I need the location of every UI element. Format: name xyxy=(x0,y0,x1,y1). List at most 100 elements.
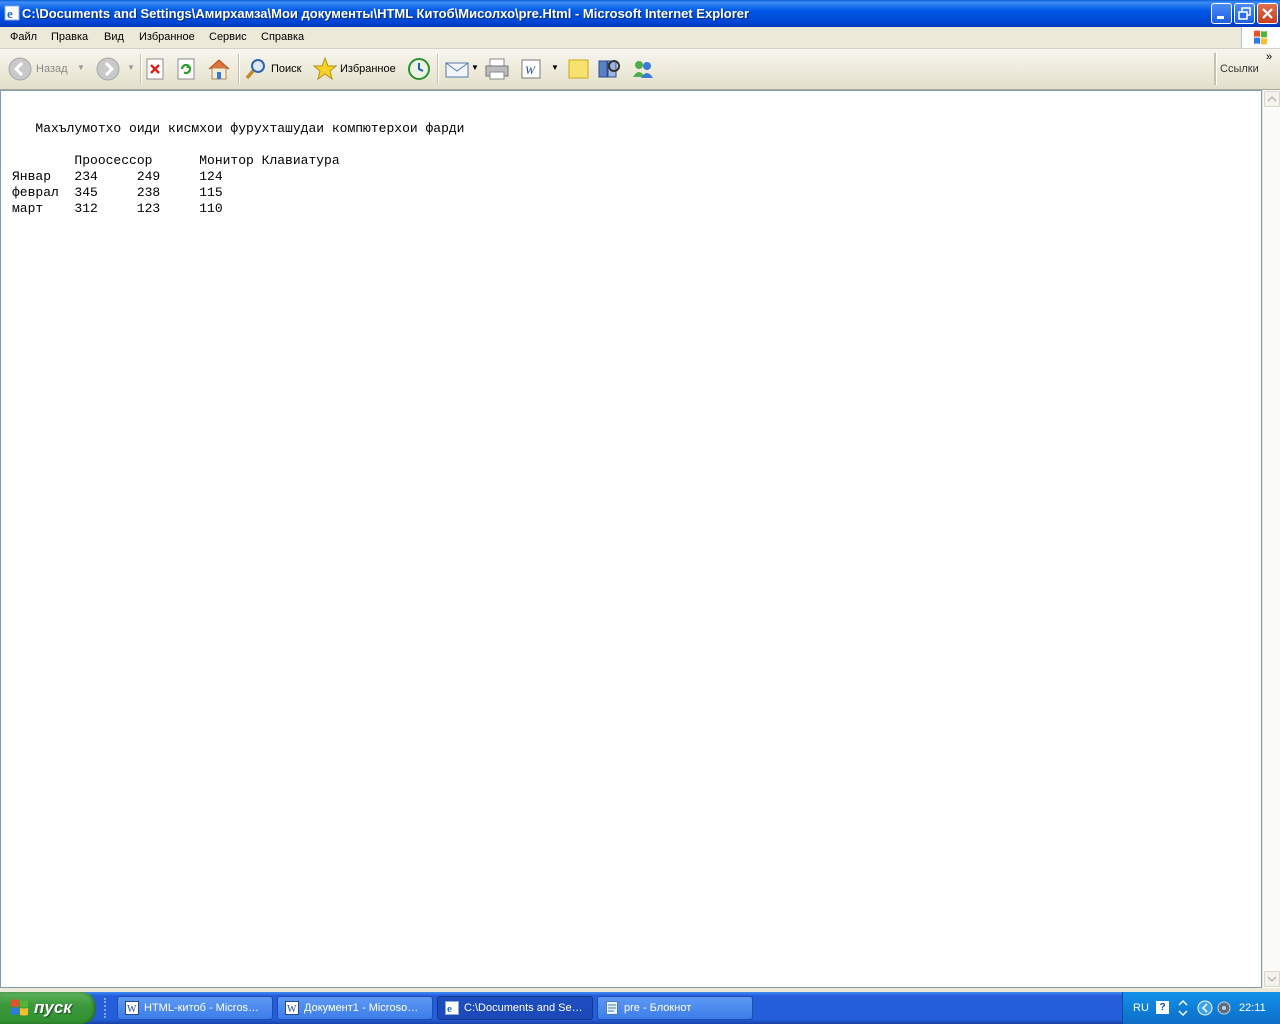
taskbar-button-html-kitob[interactable]: W HTML-китоб - Micros… xyxy=(117,996,273,1020)
history-button[interactable] xyxy=(406,55,432,83)
table-header-row: Проосессор Монитор Клавиатура xyxy=(12,153,340,168)
discuss-icon xyxy=(568,59,589,79)
windows-logo-icon xyxy=(1241,27,1280,48)
taskbar-button-notepad[interactable]: pre - Блокнот xyxy=(597,996,753,1020)
show-hidden-icons-chevron-icon[interactable] xyxy=(1197,1000,1213,1016)
word-icon: W xyxy=(125,1001,139,1015)
edit-word-icon: W xyxy=(521,59,541,79)
favorites-label: Избранное xyxy=(340,63,396,75)
menu-edit[interactable]: Правка xyxy=(51,31,88,43)
edit-dropdown-icon: ▼ xyxy=(551,63,559,72)
page-heading: Махълумотхо оиди кисмхои фурухташудаи ко… xyxy=(12,121,465,136)
research-button[interactable] xyxy=(597,55,623,83)
svg-text:W: W xyxy=(287,1004,297,1015)
task-label: pre - Блокнот xyxy=(624,1002,692,1014)
ie-icon: e xyxy=(4,5,20,21)
mail-icon xyxy=(445,62,469,78)
links-button[interactable]: Ссылки xyxy=(1220,63,1259,75)
scroll-down-button[interactable] xyxy=(1264,971,1280,987)
volume-network-icon[interactable] xyxy=(1216,1000,1232,1016)
table-row: феврал 345 238 115 xyxy=(12,185,223,200)
table-row: Январ 234 249 124 xyxy=(12,169,223,184)
search-icon xyxy=(245,59,265,80)
toolbar-separator xyxy=(238,54,240,84)
clock[interactable]: 22:11 xyxy=(1239,1002,1266,1014)
refresh-button[interactable] xyxy=(176,55,198,83)
svg-text:W: W xyxy=(525,63,536,77)
forward-button[interactable] xyxy=(96,55,122,83)
taskbar-button-ie[interactable]: e C:\Documents and Se… xyxy=(437,996,593,1020)
links-separator xyxy=(1214,53,1217,85)
menu-tools[interactable]: Сервис xyxy=(209,31,247,43)
menu-favorites[interactable]: Избранное xyxy=(139,31,195,43)
minimize-icon xyxy=(1217,16,1224,19)
svg-text:e: e xyxy=(7,6,13,21)
language-bar-arrows-icon[interactable] xyxy=(1177,999,1189,1017)
menu-help[interactable]: Справка xyxy=(261,31,304,43)
help-icon[interactable]: ? xyxy=(1156,1001,1169,1014)
back-dropdown-icon[interactable]: ▼ xyxy=(77,63,85,72)
restore-icon xyxy=(1238,7,1251,20)
page-viewport: Махълумотхо оиди кисмхои фурухташудаи ко… xyxy=(0,90,1262,988)
forward-icon xyxy=(96,57,120,81)
menu-file[interactable]: Файл xyxy=(10,31,37,43)
forward-dropdown-icon[interactable]: ▼ xyxy=(127,63,135,72)
system-tray: RU ? 22:11 xyxy=(1122,992,1280,1024)
favorites-button[interactable]: Избранное xyxy=(312,55,400,83)
mail-dropdown-icon: ▼ xyxy=(471,63,479,72)
stop-icon xyxy=(146,58,164,80)
start-label: пуск xyxy=(34,998,72,1017)
edit-button[interactable]: W ▼ xyxy=(520,55,562,83)
ie-icon: e xyxy=(445,1001,459,1015)
home-icon xyxy=(208,59,230,80)
messenger-button[interactable] xyxy=(630,55,656,83)
print-icon xyxy=(485,58,509,80)
chevron-more-icon[interactable]: » xyxy=(1266,51,1272,63)
home-button[interactable] xyxy=(206,55,232,83)
svg-text:W: W xyxy=(127,1004,137,1015)
word-icon: W xyxy=(285,1001,299,1015)
menu-bar: Файл Правка Вид Избранное Сервис Справка xyxy=(0,27,1280,49)
back-label: Назад xyxy=(36,63,68,75)
notepad-icon xyxy=(606,1001,618,1015)
stop-button[interactable] xyxy=(145,55,167,83)
close-button[interactable] xyxy=(1257,3,1278,24)
toolbar-separator xyxy=(437,54,439,84)
preformatted-text: Махълумотхо оиди кисмхои фурухташудаи ко… xyxy=(12,121,464,217)
minimize-button[interactable] xyxy=(1211,3,1232,24)
toolbar: Назад ▼ ▼ Поиск Избранное ▼ W ▼ Ссылки » xyxy=(0,49,1280,90)
close-icon xyxy=(1262,8,1273,19)
table-row: март 312 123 110 xyxy=(12,201,223,216)
research-icon xyxy=(598,60,620,78)
chevron-down-icon xyxy=(1267,976,1277,983)
favorites-star-icon xyxy=(312,56,338,81)
title-bar[interactable]: e C:\Documents and Settings\Амирхамза\Мо… xyxy=(0,0,1280,27)
messenger-icon xyxy=(633,61,653,78)
taskbar-button-document1[interactable]: W Документ1 - Microso… xyxy=(277,996,433,1020)
quicklaunch-grip[interactable] xyxy=(104,998,109,1018)
search-button[interactable]: Поиск xyxy=(244,55,304,83)
start-button[interactable]: пуск xyxy=(0,992,96,1024)
toolbar-separator xyxy=(140,54,142,84)
mail-button[interactable]: ▼ xyxy=(445,55,479,83)
vertical-scrollbar[interactable] xyxy=(1262,90,1280,988)
menu-view[interactable]: Вид xyxy=(104,31,124,43)
window-title: C:\Documents and Settings\Амирхамза\Мои … xyxy=(22,6,750,21)
discuss-button[interactable] xyxy=(567,55,591,83)
chevron-up-icon xyxy=(1267,95,1277,102)
task-label: Документ1 - Microso… xyxy=(304,1002,419,1014)
svg-text:e: e xyxy=(447,1003,452,1015)
scroll-up-button[interactable] xyxy=(1264,91,1280,107)
windows-flag-icon xyxy=(11,999,28,1016)
print-button[interactable] xyxy=(484,55,510,83)
task-label: C:\Documents and Se… xyxy=(464,1002,583,1014)
back-icon xyxy=(8,57,32,81)
refresh-icon xyxy=(177,58,195,80)
taskbar: пуск W HTML-китоб - Micros… W Документ1 … xyxy=(0,992,1280,1024)
history-icon xyxy=(408,58,430,80)
search-label: Поиск xyxy=(271,63,302,75)
restore-button[interactable] xyxy=(1234,3,1255,24)
language-indicator[interactable]: RU xyxy=(1133,1002,1149,1014)
back-button[interactable]: Назад xyxy=(8,55,78,83)
task-label: HTML-китоб - Micros… xyxy=(144,1002,260,1014)
